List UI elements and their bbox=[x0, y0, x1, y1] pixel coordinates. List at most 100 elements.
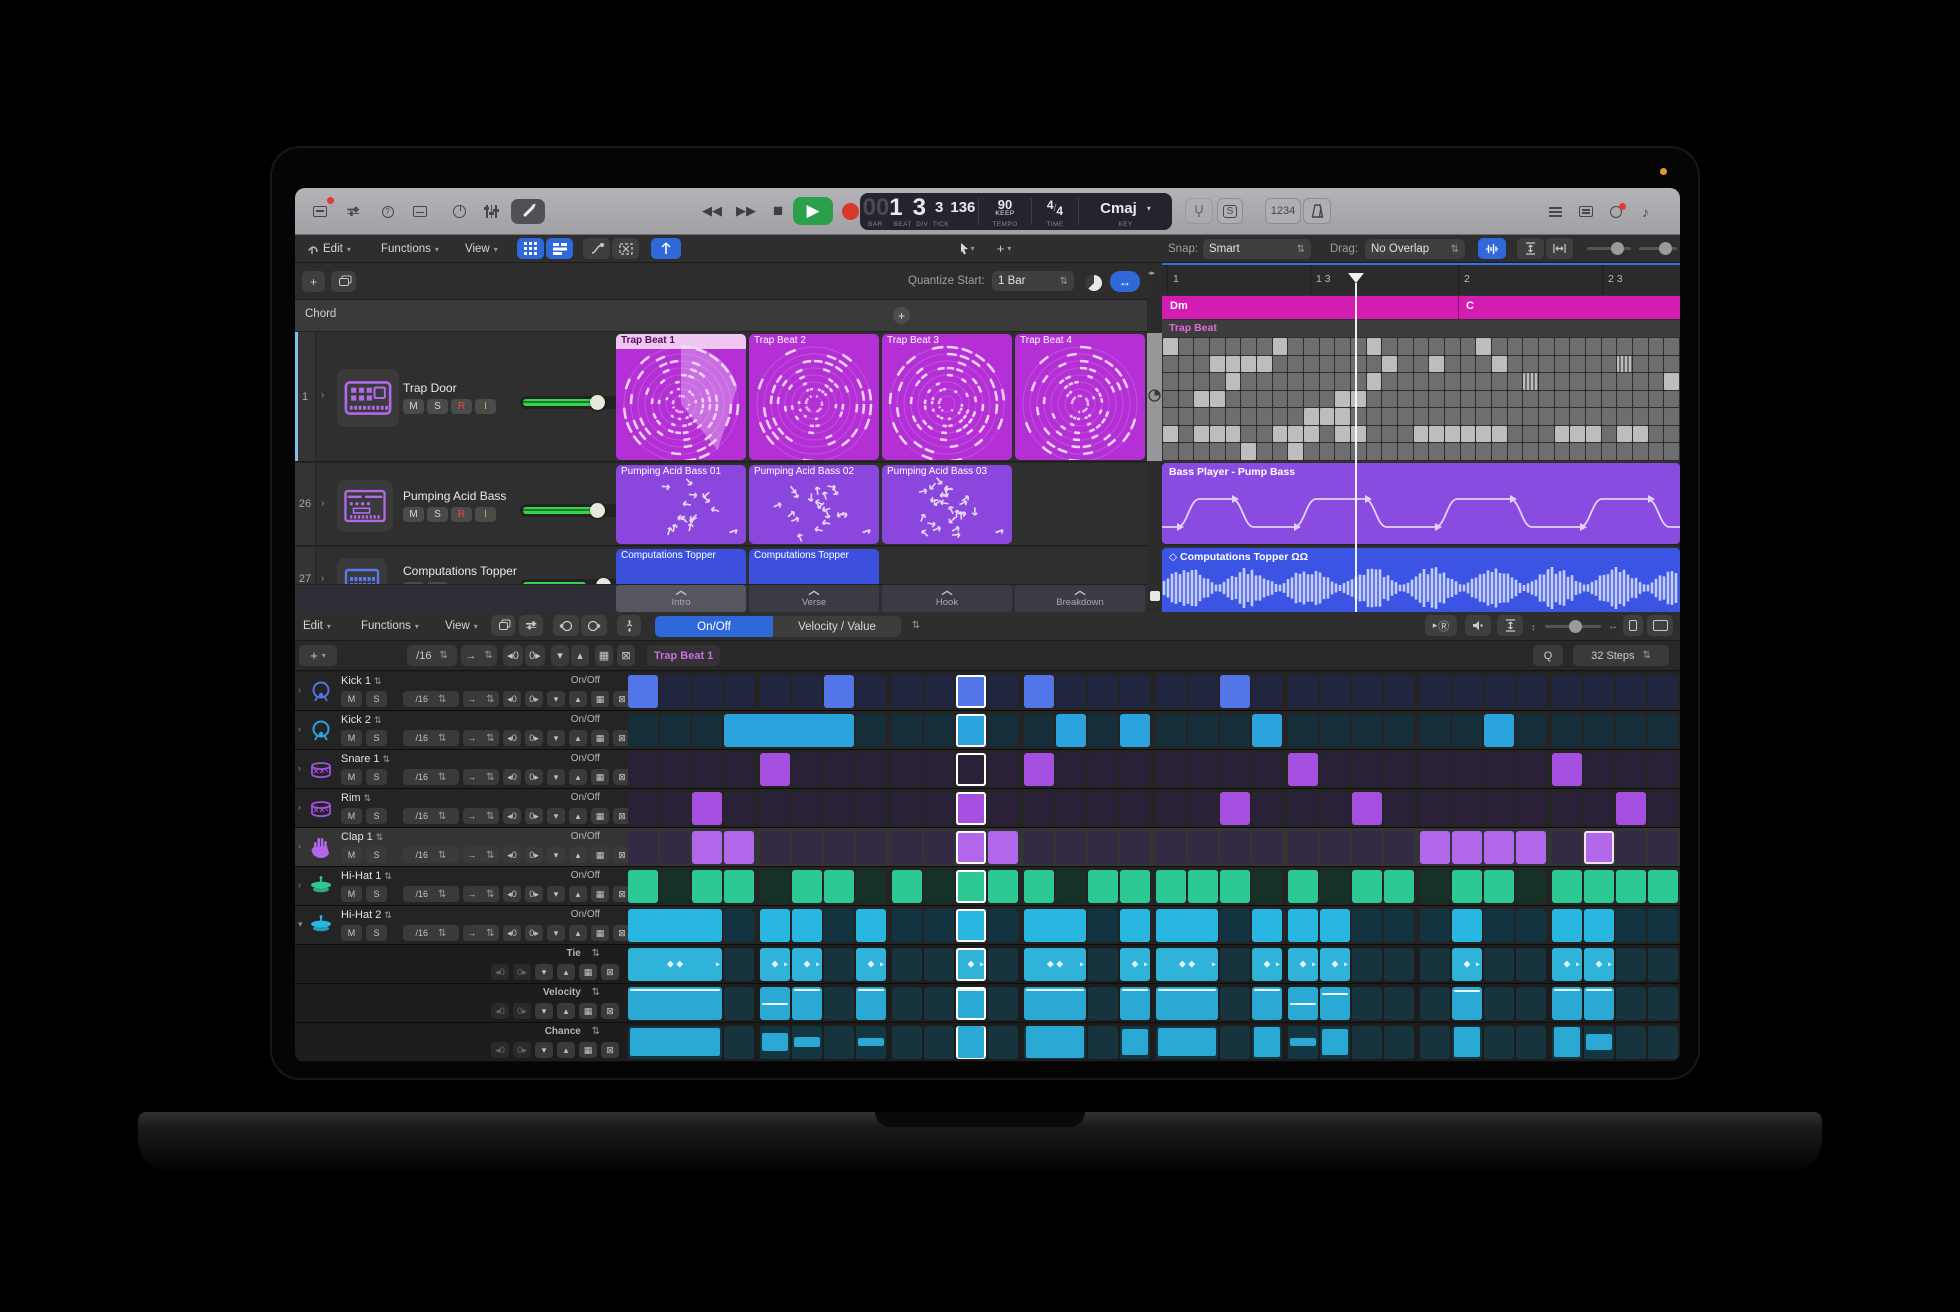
menu-functions[interactable]: Functions▾ bbox=[381, 239, 439, 259]
step-cell[interactable] bbox=[1056, 753, 1086, 786]
step-cell[interactable] bbox=[824, 870, 854, 903]
step-cell[interactable] bbox=[1320, 1026, 1350, 1059]
step-cell[interactable] bbox=[760, 909, 790, 942]
step-cell[interactable] bbox=[924, 792, 954, 825]
step-cell[interactable] bbox=[1484, 870, 1514, 903]
step-cell[interactable] bbox=[1584, 987, 1614, 1020]
step-cell[interactable] bbox=[988, 1026, 1018, 1059]
step-cell[interactable] bbox=[724, 675, 754, 708]
lane-random[interactable]: ▦ bbox=[579, 964, 597, 980]
row-rate-menu[interactable]: /16⇅ bbox=[403, 769, 459, 785]
row-disclosure-arrow[interactable]: › bbox=[298, 724, 301, 734]
row-direction-menu[interactable]: →⇅ bbox=[463, 925, 499, 941]
seq-row-grid[interactable] bbox=[628, 909, 1680, 942]
step-cell[interactable] bbox=[988, 987, 1018, 1020]
row-shift-left[interactable]: ◂0 bbox=[503, 886, 521, 902]
step-cell[interactable] bbox=[692, 792, 722, 825]
step-cell[interactable]: ◆▸ bbox=[1288, 948, 1318, 981]
step-cell[interactable] bbox=[892, 987, 922, 1020]
step-cell[interactable] bbox=[956, 792, 986, 825]
step-cell[interactable] bbox=[924, 753, 954, 786]
step-cell[interactable] bbox=[1584, 792, 1614, 825]
step-cell[interactable] bbox=[1552, 870, 1582, 903]
row-direction-menu[interactable]: →⇅ bbox=[463, 808, 499, 824]
track-disclosure-arrow[interactable]: › bbox=[321, 390, 324, 401]
step-cell[interactable] bbox=[1420, 831, 1450, 864]
scene-intro[interactable]: Intro bbox=[616, 585, 746, 612]
step-cell[interactable] bbox=[792, 831, 822, 864]
loop-browser-icon[interactable] bbox=[1603, 199, 1628, 224]
step-cell[interactable] bbox=[856, 675, 886, 708]
step-cell[interactable] bbox=[1220, 1026, 1250, 1059]
row-random[interactable]: ▦ bbox=[591, 730, 609, 746]
step-cell[interactable] bbox=[1616, 870, 1646, 903]
step-cell[interactable] bbox=[892, 753, 922, 786]
step-cell[interactable] bbox=[660, 675, 690, 708]
row-up[interactable]: ▴ bbox=[569, 808, 587, 824]
step-cell[interactable] bbox=[1452, 675, 1482, 708]
row-mute-button[interactable]: M bbox=[341, 730, 362, 746]
loop-cell[interactable]: Pumping Acid Bass 01 bbox=[616, 465, 746, 544]
seq-row-grid[interactable] bbox=[628, 675, 1680, 708]
step-cell[interactable] bbox=[1120, 753, 1150, 786]
pattern-up-button[interactable]: ▴ bbox=[571, 645, 589, 666]
step-cell[interactable] bbox=[1584, 1026, 1614, 1059]
step-cell[interactable] bbox=[1320, 987, 1350, 1020]
step-cell[interactable] bbox=[792, 870, 822, 903]
step-cell[interactable] bbox=[1484, 1026, 1514, 1059]
step-cell[interactable] bbox=[1252, 987, 1282, 1020]
step-cell[interactable] bbox=[1288, 987, 1318, 1020]
step-cell[interactable] bbox=[1552, 714, 1582, 747]
pattern-shift-left[interactable]: ◂0 bbox=[503, 645, 523, 666]
step-cell[interactable] bbox=[1120, 792, 1150, 825]
row-disclosure-arrow[interactable]: › bbox=[298, 841, 301, 851]
step-cell[interactable] bbox=[724, 792, 754, 825]
step-cell[interactable] bbox=[1056, 714, 1086, 747]
seq-lane-grid[interactable]: ◆ ◆▸◆▸◆▸◆▸◆▸◆ ◆▸◆▸◆ ◆▸◆▸◆▸◆▸◆▸◆▸◆▸ bbox=[628, 948, 1680, 981]
step-cell[interactable] bbox=[892, 870, 922, 903]
preview-sound-icon[interactable] bbox=[1465, 615, 1491, 636]
step-cell[interactable] bbox=[1220, 792, 1250, 825]
tracks-view-toggle[interactable] bbox=[546, 238, 573, 259]
step-cell[interactable] bbox=[1384, 948, 1414, 981]
step-cell[interactable] bbox=[1352, 1026, 1382, 1059]
seq-row-grid[interactable] bbox=[628, 792, 1680, 825]
metronome-button[interactable] bbox=[1303, 198, 1331, 224]
step-cell[interactable] bbox=[956, 987, 986, 1020]
step-cell[interactable] bbox=[1252, 792, 1282, 825]
grid-tracks-divider[interactable]: ◂▸ bbox=[1147, 263, 1162, 612]
step-cell[interactable]: ◆▸ bbox=[792, 948, 822, 981]
step-cell[interactable] bbox=[1584, 909, 1614, 942]
step-cell[interactable] bbox=[1352, 753, 1382, 786]
seq-row-clap-1[interactable]: ›Clap 1⇅On/OffMS/16⇅→⇅◂00▸▾▴▦⊠ bbox=[295, 828, 1680, 867]
step-cell[interactable] bbox=[1420, 987, 1450, 1020]
pattern-shift-right[interactable]: 0▸ bbox=[525, 645, 545, 666]
step-cell[interactable] bbox=[892, 1026, 922, 1059]
step-cell[interactable]: ◆▸ bbox=[1452, 948, 1482, 981]
step-cell[interactable] bbox=[628, 870, 658, 903]
menu-edit[interactable]: Edit▾ bbox=[323, 239, 351, 259]
step-cell[interactable] bbox=[1420, 675, 1450, 708]
trap-beat-track-lane[interactable]: Trap Beat bbox=[1162, 320, 1680, 461]
step-cell[interactable] bbox=[1352, 831, 1382, 864]
menu-view[interactable]: View▾ bbox=[465, 239, 498, 259]
step-cell[interactable] bbox=[1616, 753, 1646, 786]
step-cell[interactable] bbox=[1648, 675, 1678, 708]
step-cell[interactable] bbox=[856, 792, 886, 825]
row-random[interactable]: ▦ bbox=[591, 691, 609, 707]
step-cell[interactable] bbox=[1252, 714, 1282, 747]
step-cell[interactable] bbox=[1516, 1026, 1546, 1059]
step-cell[interactable]: ◆▸ bbox=[760, 948, 790, 981]
pattern-name[interactable]: Trap Beat 1 bbox=[647, 645, 720, 666]
step-cell[interactable] bbox=[824, 948, 854, 981]
step-cell[interactable] bbox=[1384, 831, 1414, 864]
lane-shift-right[interactable]: 0▸ bbox=[513, 964, 531, 980]
track-button-i[interactable]: I bbox=[475, 507, 496, 522]
step-cell[interactable] bbox=[892, 909, 922, 942]
pointer-tool-menu[interactable]: ▾ bbox=[950, 238, 984, 259]
step-cell[interactable] bbox=[1484, 987, 1514, 1020]
step-cell[interactable] bbox=[988, 870, 1018, 903]
step-cell[interactable] bbox=[988, 831, 1018, 864]
step-cell[interactable] bbox=[660, 831, 690, 864]
row-shift-left[interactable]: ◂0 bbox=[503, 925, 521, 941]
